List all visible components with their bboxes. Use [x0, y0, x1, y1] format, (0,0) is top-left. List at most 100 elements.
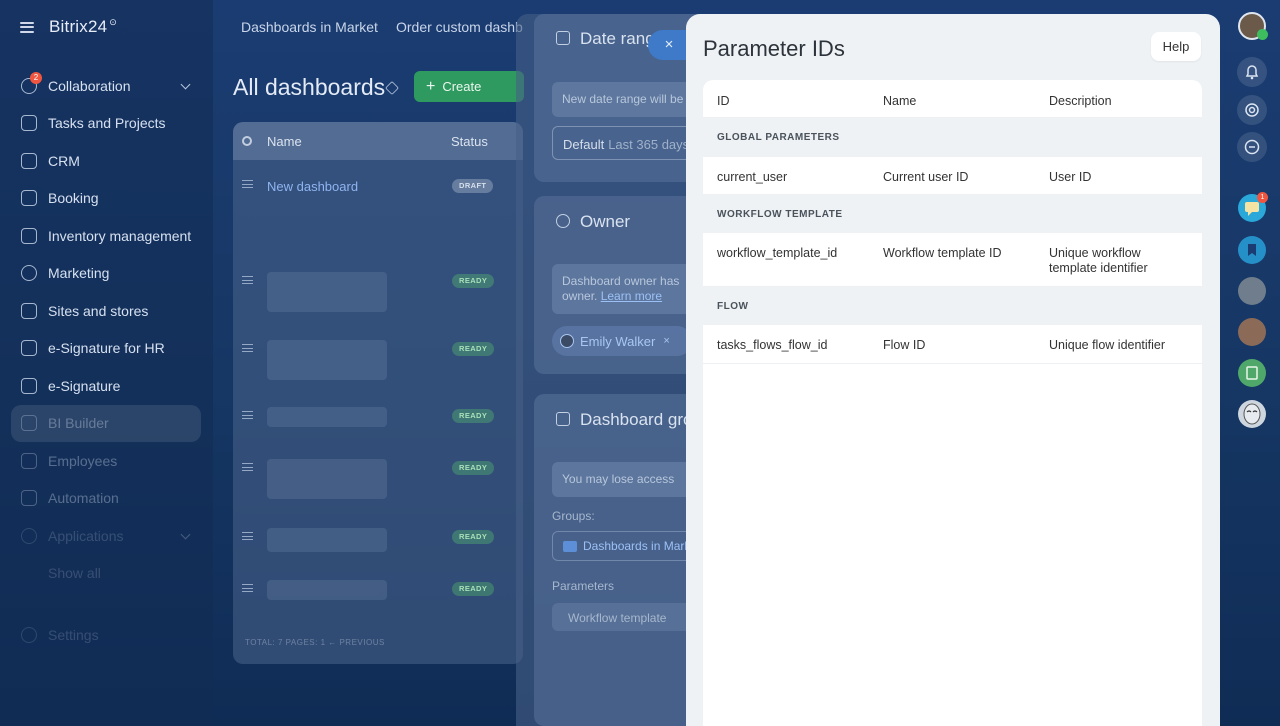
- bell-icon[interactable]: [1237, 57, 1267, 87]
- dashboard-link[interactable]: New dashboard: [267, 179, 358, 194]
- create-button-label: Create: [442, 79, 482, 94]
- sidebar-item-show-all[interactable]: Show all: [11, 555, 201, 593]
- close-button[interactable]: ×: [648, 30, 688, 60]
- mask-avatar[interactable]: [1238, 400, 1266, 428]
- drag-handle-icon[interactable]: [242, 584, 253, 592]
- avatar[interactable]: [1238, 318, 1266, 346]
- sidebar-item-label: BI Builder: [48, 415, 109, 432]
- row-content: [267, 272, 387, 312]
- column-header-status[interactable]: Status: [451, 134, 488, 149]
- param-description: Unique flow identifier: [1049, 338, 1166, 352]
- column-header-description: Description: [1049, 94, 1112, 108]
- create-button[interactable]: + Create: [414, 71, 524, 102]
- sidebar-item-bi-builder[interactable]: BI Builder: [11, 404, 201, 442]
- sidebar-item-label: Marketing: [48, 265, 110, 282]
- calendar-icon: [556, 31, 570, 45]
- sidebar-item-applications[interactable]: Applications: [11, 517, 201, 555]
- drag-handle-icon[interactable]: [242, 532, 253, 540]
- top-link-order-custom[interactable]: Order custom dashb: [396, 19, 523, 35]
- section-row-flow: FLOW: [703, 287, 1202, 325]
- sidebar-item-esignature[interactable]: e-Signature: [11, 367, 201, 405]
- group-chip[interactable]: Dashboards in Market: [552, 531, 706, 561]
- section-label: WORKFLOW TEMPLATE: [717, 209, 843, 220]
- robot-icon: [21, 490, 37, 507]
- param-id: current_user: [717, 170, 788, 184]
- column-header-name[interactable]: Name: [267, 134, 302, 149]
- drag-handle-icon[interactable]: [242, 411, 253, 419]
- drag-handle-icon[interactable]: [242, 276, 253, 284]
- page-title: All dashboards: [233, 74, 386, 100]
- sidebar-item-label: Employees: [48, 452, 118, 469]
- param-name: Current user ID: [883, 170, 969, 184]
- logo-row: Bitrix24 ⊙: [20, 16, 117, 38]
- row-content: [267, 407, 387, 427]
- menu-icon[interactable]: [20, 21, 34, 33]
- status-badge: READY: [452, 582, 495, 596]
- date-range-select[interactable]: Default Last 365 days: [552, 126, 706, 160]
- table-header-row: ID Name Description: [703, 80, 1202, 118]
- sidebar-item-label: Settings: [48, 626, 99, 643]
- groups-info: You may lose access: [552, 462, 706, 497]
- gear-icon[interactable]: [242, 136, 252, 146]
- chat-search-icon[interactable]: [1237, 132, 1267, 162]
- row-content: [267, 580, 387, 600]
- sidebar-item-collaboration[interactable]: 2 Collaboration: [11, 67, 201, 105]
- sidebar-item-inventory[interactable]: Inventory management: [11, 217, 201, 255]
- learn-more-link[interactable]: Learn more: [601, 289, 662, 303]
- parameter-chip[interactable]: Workflow template: [552, 603, 706, 631]
- column-header-id: ID: [717, 94, 730, 108]
- column-header-name: Name: [883, 94, 917, 108]
- row-content: [267, 340, 387, 380]
- sidebar-item-label: e-Signature: [48, 377, 121, 394]
- chevron-down-icon[interactable]: [180, 79, 191, 90]
- people-icon: [21, 452, 37, 469]
- sidebar-item-esignature-hr[interactable]: e-Signature for HR: [11, 330, 201, 368]
- gear-icon: [21, 626, 37, 643]
- dashboard-settings-panel: Date range New date range will be Defaul…: [516, 14, 706, 726]
- panel-title: Parameter IDs: [703, 36, 845, 61]
- right-rail: 1: [1233, 0, 1280, 726]
- dashboards-table: Name Status New dashboard DRAFT READY RE…: [233, 122, 523, 664]
- top-link-dashboards-market[interactable]: Dashboards in Market: [241, 19, 378, 35]
- copilot-icon[interactable]: [1237, 95, 1267, 125]
- target-icon: [21, 265, 37, 282]
- section-label: GLOBAL PARAMETERS: [717, 132, 840, 143]
- sidebar-item-booking[interactable]: Booking: [11, 180, 201, 218]
- status-badge: READY: [452, 409, 495, 423]
- notes-icon[interactable]: [1238, 359, 1266, 387]
- row-content: [267, 459, 387, 499]
- status-badge: READY: [452, 461, 495, 475]
- date-range-info: New date range will be: [552, 82, 706, 117]
- user-check-icon: [556, 214, 570, 228]
- param-name: Flow ID: [883, 338, 926, 352]
- app-logo[interactable]: Bitrix24 ⊙: [49, 17, 117, 37]
- bookmark-icon[interactable]: [1238, 236, 1266, 264]
- sidebar-item-label: Applications: [48, 527, 124, 544]
- section-row-global: GLOBAL PARAMETERS: [703, 118, 1202, 157]
- sidebar-item-sites[interactable]: Sites and stores: [11, 292, 201, 330]
- owner-info: Dashboard owner has owner. Learn more: [552, 264, 706, 314]
- sidebar-item-automation[interactable]: Automation: [11, 480, 201, 518]
- drag-handle-icon[interactable]: [242, 180, 253, 188]
- sidebar-item-employees[interactable]: Employees: [11, 442, 201, 480]
- bar-chart-icon: [21, 415, 37, 432]
- avatar[interactable]: [1238, 277, 1266, 305]
- sidebar-item-tasks[interactable]: Tasks and Projects: [11, 105, 201, 143]
- status-badge: READY: [452, 530, 495, 544]
- owner-user-chip[interactable]: Emily Walker ×: [552, 326, 692, 356]
- pin-icon[interactable]: [384, 80, 400, 96]
- remove-icon[interactable]: ×: [663, 335, 669, 347]
- owner-title: Owner: [580, 212, 631, 231]
- sidebar-item-label: e-Signature for HR: [48, 340, 165, 357]
- checkbox-icon: [21, 115, 37, 132]
- drag-handle-icon[interactable]: [242, 463, 253, 471]
- sidebar-item-settings[interactable]: Settings: [11, 616, 201, 654]
- table-footer: TOTAL: 7 PAGES: 1 ← PREVIOUS: [245, 638, 385, 647]
- drag-handle-icon[interactable]: [242, 344, 253, 352]
- sidebar-item-marketing[interactable]: Marketing: [11, 255, 201, 293]
- help-button[interactable]: Help: [1151, 32, 1201, 61]
- sidebar-item-crm[interactable]: CRM: [11, 142, 201, 180]
- parameter-ids-panel: Parameter IDs Help ID Name Description G…: [686, 14, 1220, 726]
- chevron-down-icon[interactable]: [180, 529, 191, 540]
- param-description: User ID: [1049, 170, 1092, 184]
